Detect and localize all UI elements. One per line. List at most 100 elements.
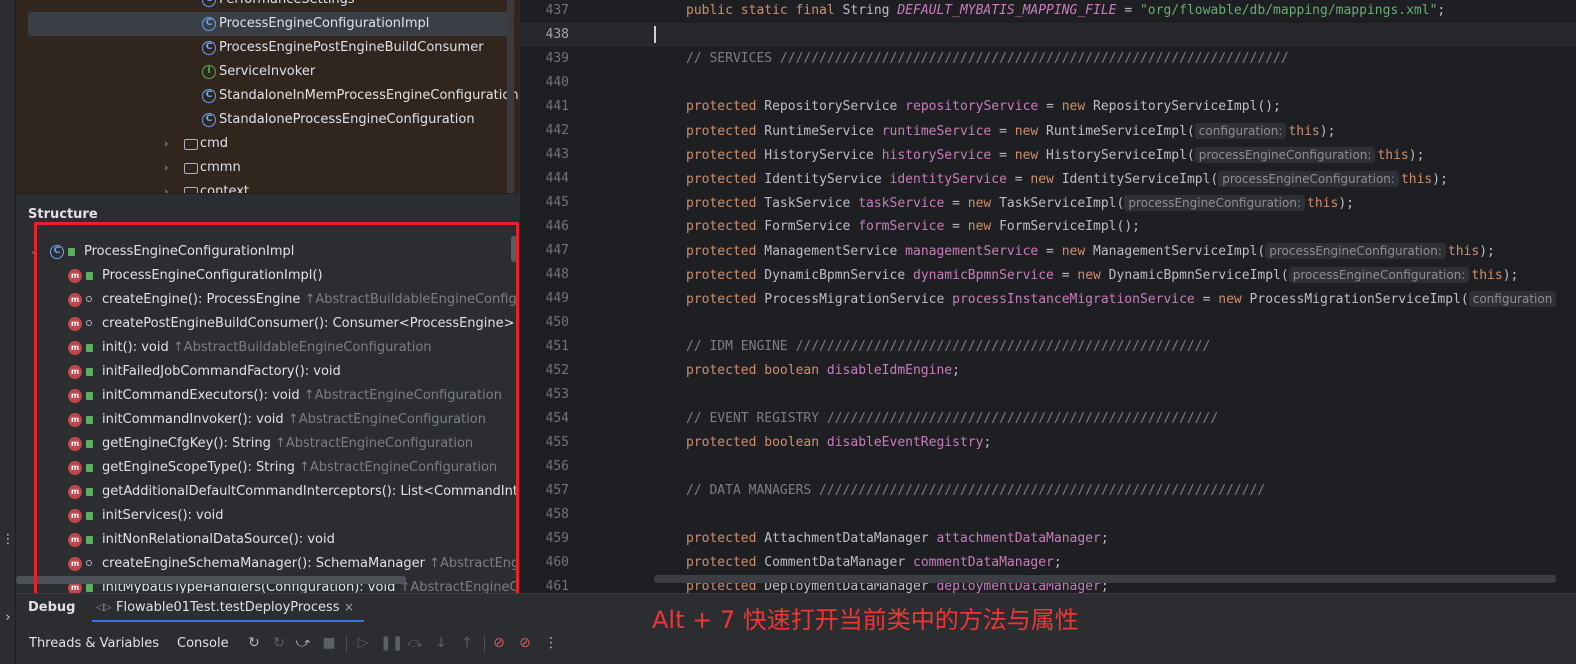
text-caret <box>654 26 656 43</box>
code-line[interactable]: 460 protected CommentDataManager commentD… <box>519 551 1576 575</box>
close-icon[interactable]: × <box>344 600 354 614</box>
tree-item[interactable]: C ProcessEnginePostEngineBuildConsumer <box>16 36 508 60</box>
toolbar-divider <box>346 636 347 652</box>
line-number: 461 <box>545 579 569 593</box>
tree-item[interactable]: › cmmn <box>16 156 508 180</box>
pause-icon[interactable]: ❚❚ <box>380 634 403 652</box>
line-number: 437 <box>545 3 569 18</box>
more-icon[interactable]: ⋮ <box>542 634 560 652</box>
tree-item[interactable]: › cmd <box>16 132 508 156</box>
code-line[interactable]: 457 // DATA MANAGERS ////////////////////… <box>519 479 1576 503</box>
code-line[interactable]: 442 protected RuntimeService runtimeServi… <box>519 119 1576 143</box>
code-line[interactable]: 448 protected DynamicBpmnService dynamicB… <box>519 263 1576 287</box>
line-number: 453 <box>545 387 569 402</box>
interface-icon: I <box>202 65 216 79</box>
code-line[interactable]: 456 <box>519 455 1576 479</box>
line-number: 442 <box>545 123 569 138</box>
line-number: 451 <box>545 339 569 354</box>
tree-item[interactable]: I ServiceInvoker <box>16 60 508 84</box>
test-run-icon: ◁▷ <box>96 602 112 613</box>
code-line[interactable]: 454 // EVENT REGISTRY ///////////////////… <box>519 407 1576 431</box>
rerun-icon[interactable]: ↻ <box>245 634 263 652</box>
code-line[interactable]: 441 protected RepositoryService repositor… <box>519 95 1576 119</box>
tree-item-label: cmmn <box>200 160 241 175</box>
tool-window-strip: ⋮ › <box>0 0 16 664</box>
code-text: protected CommentDataManager commentData… <box>686 555 1062 570</box>
code-line[interactable]: 459 protected AttachmentDataManager attac… <box>519 527 1576 551</box>
step-into-icon[interactable]: ↓ <box>432 634 450 652</box>
line-number: 460 <box>545 555 569 570</box>
code-text: protected IdentityService identityServic… <box>686 171 1448 187</box>
code-text: protected boolean disableEventRegistry; <box>686 435 992 450</box>
chevron-right-icon[interactable]: › <box>164 156 168 180</box>
code-line[interactable]: 452 protected boolean disableIdmEngine; <box>519 359 1576 383</box>
structure-title: Structure <box>28 207 98 222</box>
tree-item[interactable]: C StandaloneProcessEngineConfiguration <box>16 108 508 132</box>
code-line[interactable]: 440 <box>519 71 1576 95</box>
folder-icon <box>184 163 198 174</box>
code-line[interactable]: 447 protected ManagementService managemen… <box>519 239 1576 263</box>
code-text: // SERVICES ////////////////////////////… <box>686 51 1289 66</box>
view-breakpoints-icon[interactable]: ⊘ <box>490 634 508 652</box>
step-over-icon[interactable]: ⤼ <box>406 634 424 652</box>
line-number: 446 <box>545 219 569 234</box>
code-line[interactable]: 444 protected IdentityService identitySer… <box>519 167 1576 191</box>
code-text: protected AttachmentDataManager attachme… <box>686 531 1109 546</box>
restart-icon[interactable]: ↻ <box>270 634 288 652</box>
tree-item[interactable]: C ProcessEngineConfigurationImpl <box>28 12 508 36</box>
line-number: 447 <box>545 243 569 258</box>
code-line[interactable]: 437 public static final String DEFAULT_MY… <box>519 0 1576 23</box>
code-line[interactable]: 449 protected ProcessMigrationService pro… <box>519 287 1576 311</box>
code-text: protected FormService formService = new … <box>686 219 1140 234</box>
mute-breakpoints-icon[interactable]: ⊘ <box>516 634 534 652</box>
tree-item-label: StandaloneProcessEngineConfiguration <box>219 112 475 127</box>
tree-item-label: cmd <box>200 136 229 151</box>
highlight-box <box>34 222 519 603</box>
code-text: protected TaskService taskService = new … <box>686 195 1354 211</box>
code-line[interactable]: 438 <box>519 23 1576 47</box>
run-tab[interactable]: Flowable01Test.testDeployProcess <box>116 600 340 615</box>
line-number: 444 <box>545 171 569 186</box>
stop-icon[interactable]: ■ <box>320 634 338 652</box>
class-icon: C <box>202 0 216 7</box>
line-number: 454 <box>545 411 569 426</box>
code-line[interactable]: 439 // SERVICES /////////////////////////… <box>519 47 1576 71</box>
chevron-right-icon[interactable]: › <box>164 180 168 193</box>
code-line[interactable]: 446 protected FormService formService = n… <box>519 215 1576 239</box>
code-line[interactable]: 445 protected TaskService taskService = n… <box>519 191 1576 215</box>
code-line[interactable]: 458 <box>519 503 1576 527</box>
code-line[interactable]: 450 <box>519 311 1576 335</box>
code-text: // EVENT REGISTRY //////////////////////… <box>686 411 1219 426</box>
resume-program-icon[interactable]: ▷ <box>354 634 372 652</box>
code-text: protected ManagementService managementSe… <box>686 243 1495 259</box>
chevron-right-icon[interactable]: › <box>164 132 168 156</box>
code-line[interactable]: 453 <box>519 383 1576 407</box>
code-text: protected boolean disableIdmEngine; <box>686 363 960 378</box>
line-number: 456 <box>545 459 569 474</box>
editor-hscrollbar[interactable] <box>654 575 1556 583</box>
commit-icon[interactable]: ⋮ <box>0 528 16 552</box>
tree-item[interactable]: C StandaloneInMemProcessEngineConfigurati… <box>16 84 519 108</box>
line-number: 459 <box>545 531 569 546</box>
code-text: protected HistoryService historyService … <box>686 147 1425 163</box>
step-out-icon[interactable]: ↑ <box>458 634 476 652</box>
code-text: protected RepositoryService repositorySe… <box>686 99 1281 114</box>
code-text: // IDM ENGINE //////////////////////////… <box>686 339 1211 354</box>
resume-icon[interactable]: ⤻ <box>294 634 312 652</box>
tree-item[interactable]: › context <box>16 180 508 193</box>
code-editor[interactable]: 437 public static final String DEFAULT_MY… <box>519 0 1576 593</box>
code-line[interactable]: 451 // IDM ENGINE ///////////////////////… <box>519 335 1576 359</box>
tree-item[interactable]: CPerformanceSettings <box>16 0 508 12</box>
line-number: 443 <box>545 147 569 162</box>
deploy-icon[interactable]: › <box>0 606 16 630</box>
project-tree-scrollbar[interactable] <box>507 0 514 193</box>
line-number: 458 <box>545 507 569 522</box>
tab-threads-variables[interactable]: Threads & Variables <box>29 636 159 651</box>
tab-console[interactable]: Console <box>177 636 229 651</box>
code-line[interactable]: 443 protected HistoryService historyServi… <box>519 143 1576 167</box>
line-number: 450 <box>545 315 569 330</box>
code-text: protected ProcessMigrationService proces… <box>686 287 1558 312</box>
line-number: 445 <box>545 195 569 210</box>
line-number: 438 <box>545 27 569 42</box>
code-line[interactable]: 455 protected boolean disableEventRegistr… <box>519 431 1576 455</box>
